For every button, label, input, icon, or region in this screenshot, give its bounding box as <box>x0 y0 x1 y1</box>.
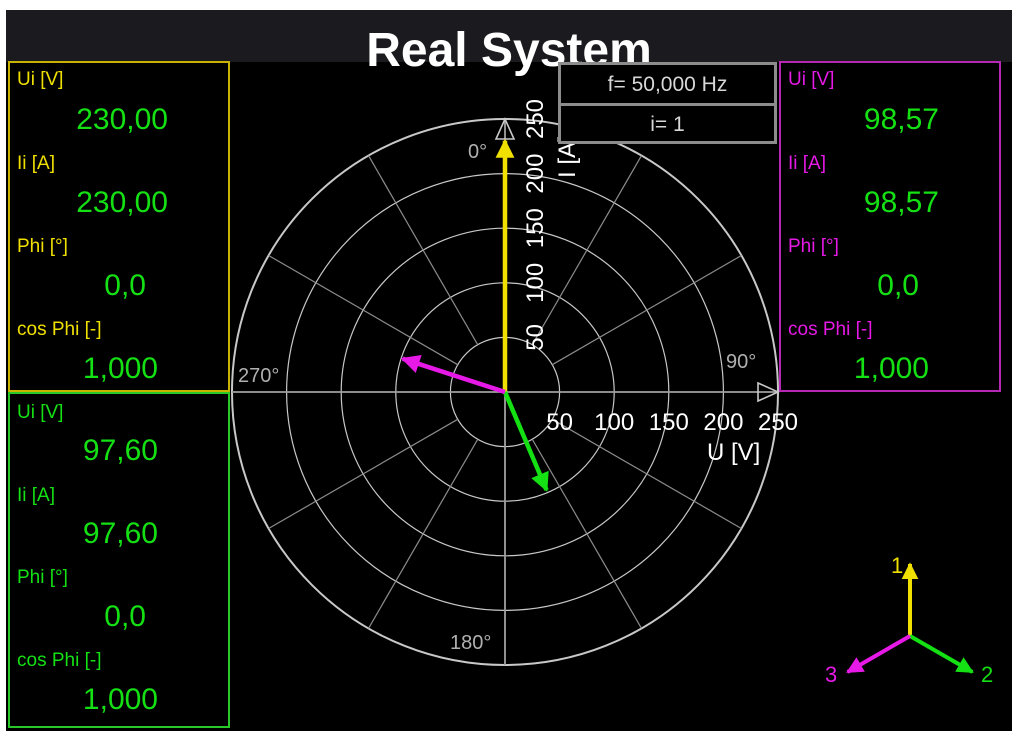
phase-legend-label-2: 2 <box>981 662 993 687</box>
phase-legend-label-3: 3 <box>825 662 837 687</box>
phase-legend-arrow-2 <box>909 634 974 674</box>
screen: Real System Ui [V] 230,00 Ii [A] 230,00 … <box>0 0 1024 743</box>
phase-legend-label-1: 1 <box>891 553 903 578</box>
phase-legend-arrows <box>846 562 974 674</box>
phase-legend-arrow-3 <box>846 634 911 674</box>
phase-legend: 1 2 3 <box>825 553 993 687</box>
